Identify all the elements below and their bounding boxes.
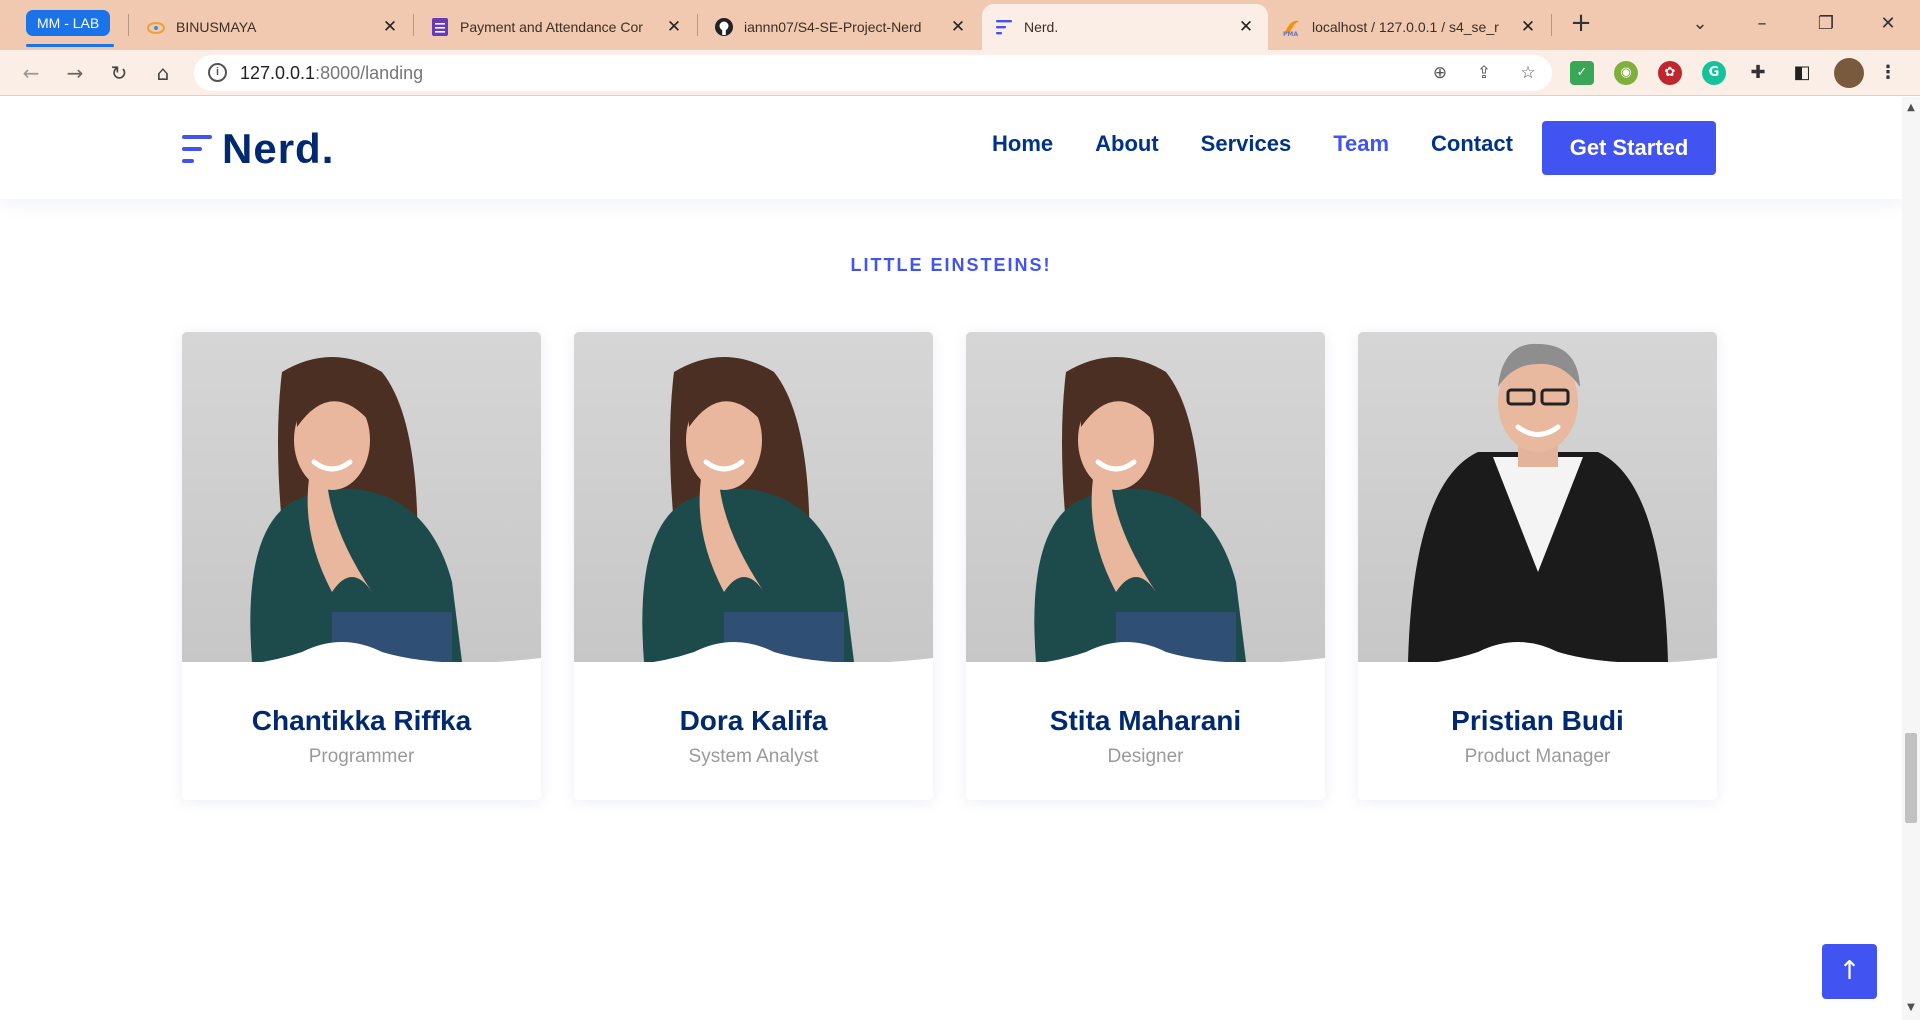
member-role: System Analyst bbox=[688, 746, 819, 767]
tab-title: iannn07/S4-SE-Project-Nerd bbox=[744, 19, 922, 35]
close-tab-icon[interactable]: ✕ bbox=[1236, 17, 1256, 37]
member-role: Designer bbox=[1107, 746, 1184, 767]
side-panel-icon[interactable]: ◧ bbox=[1790, 61, 1814, 85]
member-name: Pristian Budi bbox=[1451, 705, 1624, 736]
member-name: Dora Kalifa bbox=[679, 705, 828, 736]
tab-search-chevron-icon[interactable]: ⌄ bbox=[1680, 8, 1720, 40]
site-info-icon[interactable]: i bbox=[208, 63, 227, 82]
member-name: Chantikka Riffka bbox=[251, 705, 472, 736]
red-extension-icon[interactable]: ✿ bbox=[1658, 61, 1682, 85]
team-member-card: Dora Kalifa System Analyst bbox=[574, 332, 933, 800]
tab-github[interactable]: iannn07/S4-SE-Project-Nerd ✕ bbox=[702, 4, 980, 50]
close-tab-icon[interactable]: ✕ bbox=[948, 17, 968, 37]
nav-about[interactable]: About bbox=[1095, 131, 1159, 157]
puzzle-extensions-icon[interactable]: ✚ bbox=[1746, 61, 1770, 85]
back-to-top-arrow-icon[interactable]: ↑ bbox=[1822, 944, 1877, 999]
team-member-card: Stita Maharani Designer bbox=[966, 332, 1325, 800]
woman-portrait-photo bbox=[574, 332, 933, 662]
zoom-icon[interactable]: ⊕ bbox=[1428, 61, 1452, 85]
nerd-favicon-icon bbox=[994, 17, 1014, 37]
bookmark-star-icon[interactable]: ☆ bbox=[1516, 61, 1540, 85]
tab-phpmyadmin[interactable]: PMA localhost / 127.0.0.1 / s4_se_r ✕ bbox=[1270, 4, 1550, 50]
new-tab-plus-icon[interactable]: + bbox=[1565, 8, 1597, 40]
wave-divider bbox=[1358, 642, 1717, 682]
share-icon[interactable]: ⇪ bbox=[1472, 61, 1496, 85]
scrollbar-thumb[interactable] bbox=[1905, 733, 1917, 823]
address-bar[interactable]: i 127.0.0.1:8000/landing ⊕ ⇪ ☆ bbox=[194, 55, 1552, 91]
profile-avatar[interactable] bbox=[1834, 58, 1864, 88]
page-scrollbar[interactable]: ▲ ▼ bbox=[1902, 97, 1920, 1020]
close-tab-icon[interactable]: ✕ bbox=[664, 17, 684, 37]
browser-toolbar: ← → ↻ ⌂ i 127.0.0.1:8000/landing ⊕ ⇪ ☆ ✓… bbox=[0, 50, 1920, 96]
close-tab-icon[interactable]: ✕ bbox=[1518, 17, 1538, 37]
scroll-down-arrow-icon[interactable]: ▼ bbox=[1906, 1003, 1916, 1013]
grammarly-extension-icon[interactable]: G bbox=[1702, 61, 1726, 85]
globe-extension-icon[interactable]: ◉ bbox=[1614, 61, 1638, 85]
close-tab-icon[interactable]: ✕ bbox=[380, 17, 400, 37]
site-header: Nerd. Home About Services Team Contact G… bbox=[0, 97, 1902, 199]
scroll-up-arrow-icon[interactable]: ▲ bbox=[1906, 103, 1916, 113]
forward-arrow-icon[interactable]: → bbox=[60, 58, 90, 88]
tab-group-underline bbox=[26, 44, 114, 47]
tab-title: Nerd. bbox=[1024, 19, 1059, 35]
get-started-button[interactable]: Get Started bbox=[1542, 121, 1716, 175]
nav-team[interactable]: Team bbox=[1333, 131, 1389, 157]
binusmaya-favicon-icon bbox=[146, 17, 166, 37]
member-name: Stita Maharani bbox=[1049, 705, 1242, 736]
nav-services[interactable]: Services bbox=[1201, 131, 1292, 157]
tab-separator bbox=[1551, 14, 1552, 36]
tab-separator bbox=[697, 14, 698, 36]
tab-nerd[interactable]: Nerd. ✕ bbox=[982, 4, 1268, 50]
restore-icon[interactable]: ❐ bbox=[1806, 8, 1846, 40]
wave-divider bbox=[966, 642, 1325, 682]
wave-divider bbox=[182, 642, 541, 682]
logo-text: Nerd. bbox=[222, 125, 335, 172]
team-section-title: LITTLE EINSTEINS! bbox=[850, 255, 1052, 275]
team-member-card: Chantikka Riffka Programmer bbox=[182, 332, 541, 800]
minimize-icon[interactable]: – bbox=[1742, 8, 1782, 40]
shield-extension-icon[interactable]: ✓ bbox=[1570, 61, 1594, 85]
main-nav: Home About Services Team Contact bbox=[992, 131, 1555, 157]
tab-group-chip[interactable]: MM - LAB bbox=[26, 10, 111, 36]
page-viewport: Nerd. Home About Services Team Contact G… bbox=[0, 97, 1920, 1020]
url-host: 127.0.0.1 bbox=[240, 63, 316, 83]
woman-portrait-photo bbox=[182, 332, 541, 662]
close-window-icon[interactable]: ✕ bbox=[1868, 8, 1908, 40]
url-path: :8000/landing bbox=[315, 63, 424, 83]
nav-contact[interactable]: Contact bbox=[1431, 131, 1513, 157]
woman-portrait-photo bbox=[966, 332, 1325, 662]
wave-divider bbox=[574, 642, 933, 682]
tab-separator bbox=[413, 14, 414, 36]
url-text[interactable]: 127.0.0.1:8000/landing bbox=[240, 63, 423, 84]
tab-binusmaya[interactable]: BINUSMAYA ✕ bbox=[134, 4, 412, 50]
tab-payment-attendance[interactable]: Payment and Attendance Cor ✕ bbox=[418, 4, 696, 50]
github-favicon-icon bbox=[714, 17, 734, 37]
member-role: Programmer bbox=[308, 746, 415, 767]
tab-title: Payment and Attendance Cor bbox=[460, 19, 643, 35]
reload-icon[interactable]: ↻ bbox=[104, 58, 134, 88]
browser-tabstrip: MM - LAB BINUSMAYA ✕ Payment and Attenda… bbox=[0, 0, 1920, 50]
tab-separator bbox=[128, 14, 129, 36]
forms-favicon-icon bbox=[430, 17, 450, 37]
man-portrait-photo bbox=[1358, 332, 1717, 662]
logo-lines-icon bbox=[182, 131, 212, 167]
phpmyadmin-favicon-icon: PMA bbox=[1282, 17, 1302, 37]
member-role: Product Manager bbox=[1464, 746, 1611, 767]
back-arrow-icon[interactable]: ← bbox=[16, 58, 46, 88]
team-member-card: Pristian Budi Product Manager bbox=[1358, 332, 1717, 800]
home-icon[interactable]: ⌂ bbox=[148, 58, 178, 88]
menu-kebab-icon[interactable]: ⋮ bbox=[1876, 61, 1900, 85]
nav-home[interactable]: Home bbox=[992, 131, 1053, 157]
svg-text:PMA: PMA bbox=[1283, 31, 1298, 37]
tab-title: BINUSMAYA bbox=[176, 19, 257, 35]
tab-title: localhost / 127.0.0.1 / s4_se_r bbox=[1312, 19, 1499, 35]
site-logo[interactable]: Nerd. bbox=[182, 125, 334, 173]
